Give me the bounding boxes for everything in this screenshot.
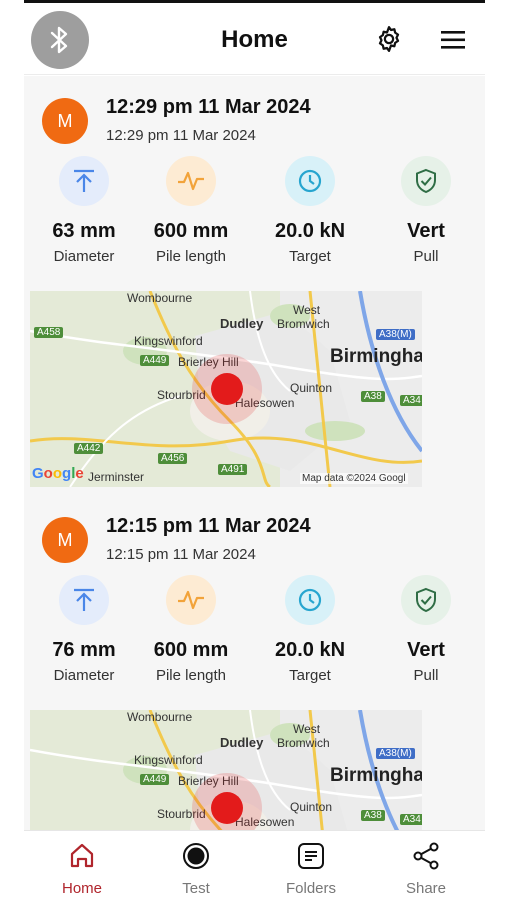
road-shield: A456: [158, 453, 188, 464]
map-attribution: Map data ©2024 Googl: [300, 473, 408, 484]
stat-label: Target: [289, 248, 331, 265]
pulse-icon: [166, 156, 216, 206]
stat-pile-length: 600 mm Pile length: [136, 156, 246, 265]
map-label: Dudley: [220, 735, 264, 750]
record-icon: [183, 843, 209, 869]
road-shield: A38(M): [376, 748, 415, 759]
clock-icon: [285, 575, 335, 625]
road-shield: A442: [74, 443, 104, 454]
test-card[interactable]: M 12:15 pm 11 Mar 2024 12:15 pm 11 Mar 2…: [24, 495, 485, 830]
shield-check-icon: [401, 156, 451, 206]
pulse-icon: [166, 575, 216, 625]
map-label: Wombourne: [127, 291, 193, 305]
avatar: M: [42, 517, 88, 563]
nav-home[interactable]: Home: [32, 841, 132, 897]
stat-value: 600 mm: [153, 639, 229, 661]
map-label: Jerminster: [88, 470, 145, 484]
stat-label: Pull: [413, 667, 439, 684]
nav-test[interactable]: Test: [146, 841, 246, 897]
map-label: Kingswinford: [134, 753, 203, 767]
map-label: Bromwich: [277, 736, 330, 750]
road-shield: A449: [140, 774, 170, 785]
stat-pull: Vert Pull: [371, 575, 481, 684]
card-subtitle: 12:15 pm 11 Mar 2024: [106, 546, 256, 563]
share-icon: [413, 842, 439, 870]
app-header: Home: [24, 3, 485, 75]
card-title: 12:15 pm 11 Mar 2024: [106, 515, 311, 537]
map-label: Dudley: [220, 316, 264, 331]
google-logo: Google: [32, 465, 84, 482]
stat-value: 20.0 kN: [274, 220, 346, 242]
stat-value: 600 mm: [153, 220, 229, 242]
stat-label: Pile length: [155, 248, 227, 265]
location-marker[interactable]: [211, 792, 243, 824]
road-shield: A38: [361, 810, 385, 821]
map-label: Quinton: [290, 800, 333, 814]
test-card[interactable]: M 12:29 pm 11 Mar 2024 12:29 pm 11 Mar 2…: [24, 76, 485, 488]
avatar: M: [42, 98, 88, 144]
map-label: Wombourne: [127, 710, 193, 724]
hamburger-menu-icon[interactable]: [438, 27, 468, 53]
arrow-up-bar-icon: [59, 575, 109, 625]
stat-target: 20.0 kN Target: [255, 575, 365, 684]
stat-value: 63 mm: [52, 220, 116, 242]
shield-check-icon: [401, 575, 451, 625]
nav-label: Share: [405, 880, 447, 897]
nav-label: Home: [61, 880, 102, 897]
location-map[interactable]: Wombourne West Bromwich Dudley Kingswinf…: [30, 291, 422, 487]
nav-folders[interactable]: Folders: [261, 841, 361, 897]
nav-label: Test: [182, 880, 210, 897]
road-shield: A458: [34, 327, 64, 338]
clock-icon: [285, 156, 335, 206]
home-icon: [70, 843, 94, 868]
road-shield: A34: [400, 814, 422, 825]
nav-share[interactable]: Share: [376, 841, 476, 897]
stat-label: Diameter: [53, 248, 115, 265]
map-label: Birmingha: [330, 346, 422, 367]
map-label: Quinton: [290, 381, 333, 395]
stat-diameter: 63 mm Diameter: [29, 156, 139, 265]
test-feed[interactable]: M 12:29 pm 11 Mar 2024 12:29 pm 11 Mar 2…: [24, 76, 485, 830]
map-label: Kingswinford: [134, 334, 203, 348]
stat-pile-length: 600 mm Pile length: [136, 575, 246, 684]
road-shield: A34: [400, 395, 422, 406]
nav-label: Folders: [285, 880, 337, 897]
stat-value: Vert: [407, 639, 445, 661]
map-label: Birmingha: [330, 765, 422, 786]
road-shield: A491: [218, 464, 248, 475]
map-label: Bromwich: [277, 317, 330, 331]
road-shield: A449: [140, 355, 170, 366]
card-subtitle: 12:29 pm 11 Mar 2024: [106, 127, 256, 144]
location-marker[interactable]: [211, 373, 243, 405]
card-title: 12:29 pm 11 Mar 2024: [106, 96, 311, 118]
folder-list-icon: [298, 843, 324, 869]
stat-label: Target: [289, 667, 331, 684]
stat-value: 76 mm: [52, 639, 116, 661]
stat-value: 20.0 kN: [274, 639, 346, 661]
stat-label: Pull: [413, 248, 439, 265]
stat-label: Pile length: [155, 667, 227, 684]
stat-value: Vert: [407, 220, 445, 242]
road-shield: A38(M): [376, 329, 415, 340]
stat-diameter: 76 mm Diameter: [29, 575, 139, 684]
stat-pull: Vert Pull: [371, 156, 481, 265]
stat-target: 20.0 kN Target: [255, 156, 365, 265]
bottom-navigation: Home Test Folders Share: [24, 830, 485, 900]
arrow-up-bar-icon: [59, 156, 109, 206]
map-label: West: [293, 303, 321, 317]
road-shield: A38: [361, 391, 385, 402]
page-title: Home: [221, 26, 288, 53]
settings-gear-icon[interactable]: [374, 24, 404, 54]
stat-label: Diameter: [53, 667, 115, 684]
map-label: West: [293, 722, 321, 736]
location-map[interactable]: Wombourne West Bromwich Dudley Kingswinf…: [30, 710, 422, 830]
